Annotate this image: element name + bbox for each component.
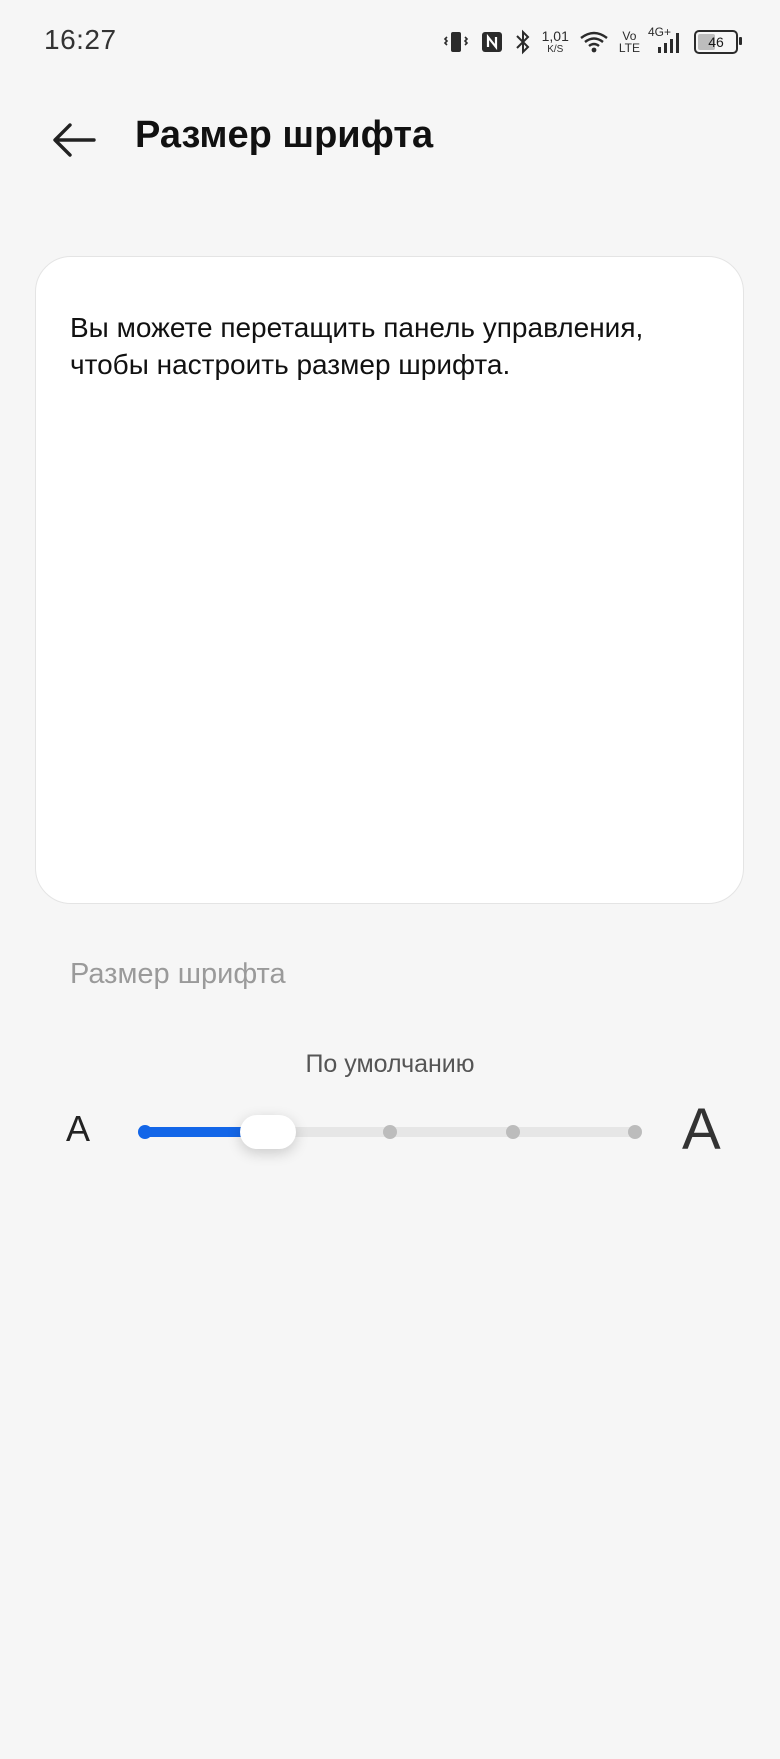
page-title: Размер шрифта: [135, 114, 434, 156]
nfc-icon: [480, 30, 504, 54]
bluetooth-icon: [514, 29, 532, 55]
network-speed: 1,01 K/S: [542, 29, 569, 55]
font-preview-card: Вы можете перетащить панель управления, …: [35, 256, 744, 904]
status-icons: 1,01 K/S Vo LTE 4G+ 46: [442, 22, 742, 62]
back-button[interactable]: [40, 106, 108, 174]
network-speed-value: 1,01: [541, 28, 569, 44]
volte-indicator: Vo LTE: [619, 30, 640, 54]
slider-stop[interactable]: [505, 1125, 520, 1139]
large-font-glyph: A: [682, 1097, 721, 1162]
preview-text: Вы можете перетащить панель управления, …: [70, 312, 644, 380]
network-speed-unit: K/S: [547, 44, 564, 55]
status-bar: 16:27 1,01 K/S Vo LTE 4G+ 46: [0, 0, 780, 84]
vibrate-icon: [442, 30, 470, 54]
arrow-left-icon: [53, 123, 96, 157]
current-font-size-label: По умолчанию: [305, 1050, 475, 1078]
font-size-section-label: Размер шрифта: [70, 958, 286, 990]
signal-icon: 4G+: [648, 25, 684, 55]
slider-stop[interactable]: [383, 1125, 397, 1139]
slider-stop[interactable]: [628, 1125, 642, 1139]
volte-bottom: LTE: [618, 41, 640, 55]
battery-level: 46: [708, 34, 724, 50]
slider-stop[interactable]: [138, 1125, 152, 1139]
small-font-glyph: A: [66, 1108, 91, 1149]
network-type: 4G+: [648, 25, 672, 39]
slider-thumb[interactable]: [239, 1115, 296, 1149]
status-time: 16:27: [44, 24, 117, 55]
battery-icon: 46: [694, 30, 742, 54]
font-size-slider[interactable]: [138, 1112, 642, 1152]
wifi-icon: [579, 30, 609, 54]
